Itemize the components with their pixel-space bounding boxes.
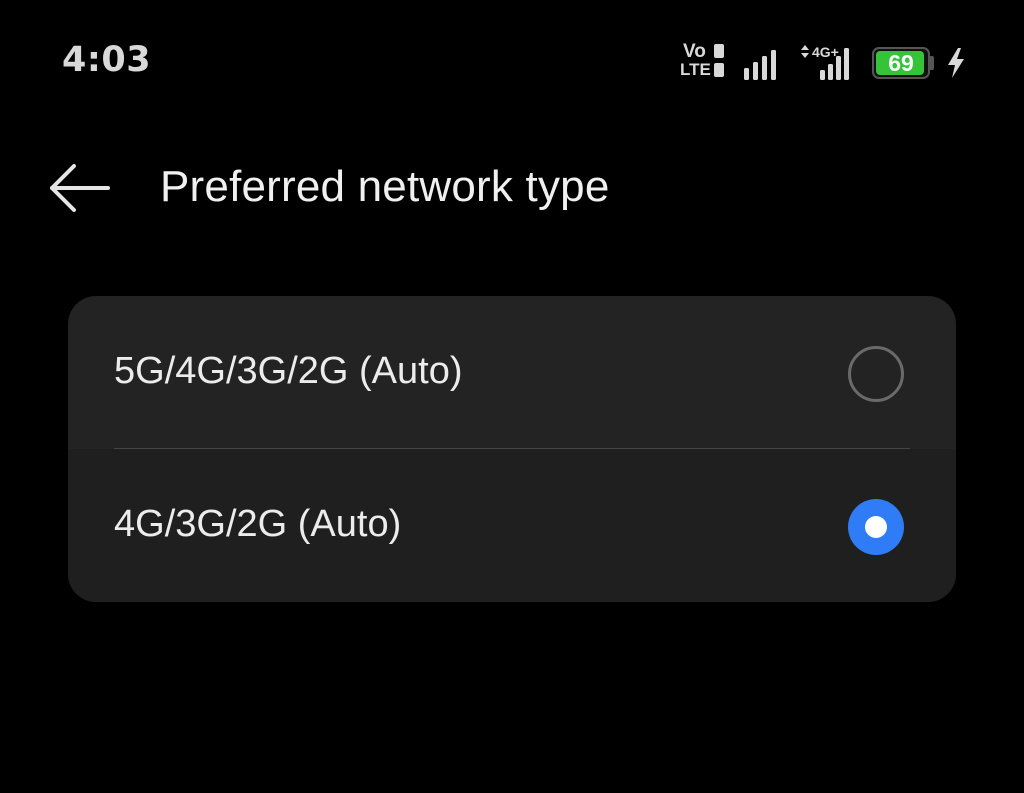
option-5g-auto[interactable]: 5G/4G/3G/2G (Auto) <box>68 296 956 448</box>
battery-tip <box>930 56 934 70</box>
battery-icon: 69 <box>872 47 930 79</box>
page-title: Preferred network type <box>160 162 610 211</box>
radio-dot <box>865 516 887 538</box>
app-header: Preferred network type <box>0 140 1024 240</box>
sim2-indicator <box>714 63 724 77</box>
sim1-indicator <box>714 44 724 58</box>
radio-button-unselected[interactable] <box>848 346 904 402</box>
option-label: 4G/3G/2G (Auto) <box>114 503 402 545</box>
back-button[interactable] <box>40 158 120 218</box>
option-label: 5G/4G/3G/2G (Auto) <box>114 350 463 392</box>
battery-percent: 69 <box>888 50 914 76</box>
volte-bottom-text: LTE <box>680 60 711 79</box>
option-4g-auto[interactable]: 4G/3G/2G (Auto) <box>68 449 956 601</box>
radio-button-selected[interactable] <box>848 499 904 555</box>
network-badge-text: 4G+ <box>812 44 839 60</box>
charging-bolt-icon <box>948 48 964 78</box>
signal-4g-plus-icon: 4G+ <box>801 44 849 80</box>
screen: 4:03 Vo LTE 4G+ 69 Preferred network typ… <box>0 0 1024 793</box>
volte-icon: Vo LTE <box>680 42 728 82</box>
status-bar: 4:03 Vo LTE 4G+ 69 <box>0 0 1024 110</box>
network-type-options: 5G/4G/3G/2G (Auto) 4G/3G/2G (Auto) <box>68 296 956 602</box>
status-clock: 4:03 <box>62 40 152 80</box>
volte-top-text: Vo <box>683 41 706 62</box>
arrow-left-icon <box>50 164 110 212</box>
signal-icon <box>744 50 776 80</box>
